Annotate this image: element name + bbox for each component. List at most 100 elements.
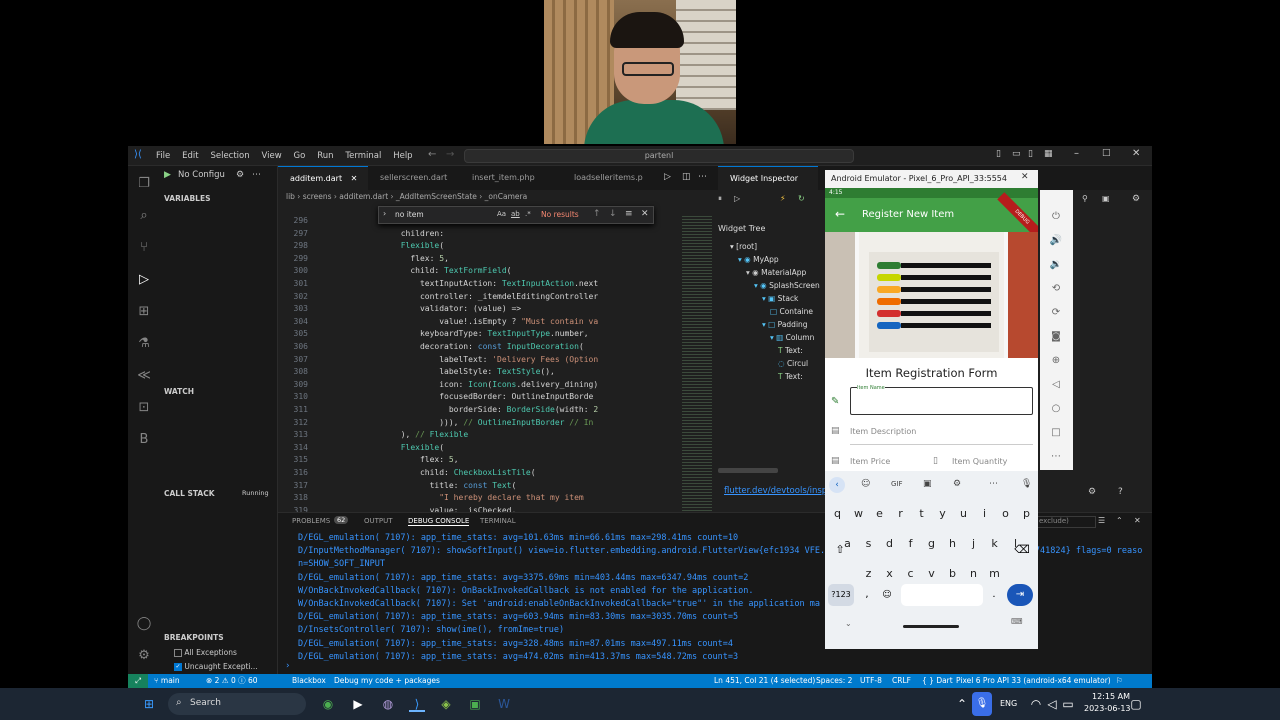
clipboard-icon[interactable]: ▣ [923, 479, 932, 489]
layout-custom-icon[interactable]: ▦ [1044, 149, 1053, 159]
menu-view[interactable]: View [262, 151, 282, 161]
volume-down-icon[interactable]: 🔉 [1049, 258, 1063, 272]
item-price-field[interactable]: Item Price [850, 457, 930, 471]
key-space[interactable] [901, 584, 983, 606]
config-gear-icon[interactable]: ⚙ [236, 170, 244, 180]
tree-node[interactable]: T Text: [778, 372, 803, 381]
rotate-left-icon[interactable]: ⟲ [1049, 282, 1063, 296]
gesture-nav-bar[interactable] [903, 625, 959, 628]
tree-node[interactable]: ▾ ▣ Stack [762, 294, 798, 303]
hot-restart-icon[interactable]: ↻ [798, 194, 805, 203]
panel-tab-problems[interactable]: PROBLEMS [292, 517, 330, 525]
back-arrow-icon[interactable]: ← [835, 207, 845, 221]
nav-back-icon[interactable]: ◁ [1049, 378, 1063, 392]
key-h[interactable]: h [943, 533, 962, 555]
close-panel-icon[interactable]: ✕ [1134, 516, 1141, 525]
blackbox-indicator[interactable]: Blackbox [292, 674, 326, 688]
console-prompt-icon[interactable]: › [286, 661, 290, 671]
mic-icon[interactable]: 🎙 [1021, 479, 1032, 489]
tree-node[interactable]: ▾ □ Padding [762, 320, 808, 329]
key-z[interactable]: z [859, 563, 878, 585]
menu-edit[interactable]: Edit [182, 151, 198, 161]
back-arrow-icon[interactable]: ← [428, 149, 436, 160]
android-studio-icon[interactable]: ◈ [438, 696, 454, 712]
account-icon[interactable]: ◯ [136, 616, 152, 632]
inspector-settings-icon[interactable]: ⚙ [1132, 194, 1140, 204]
media-player-icon[interactable]: ▶ [350, 696, 366, 712]
maximize-icon[interactable]: □ [1102, 148, 1111, 158]
battery-icon[interactable]: ▭ [1060, 696, 1076, 712]
layout-sidebar-icon[interactable]: ▯ [996, 149, 1001, 159]
image-carousel[interactable] [825, 232, 1038, 358]
key-j[interactable]: j [964, 533, 983, 555]
remote-indicator-icon[interactable]: ⤢ [128, 674, 148, 688]
menu-help[interactable]: Help [393, 151, 412, 161]
clear-console-icon[interactable]: ☰ [1098, 516, 1105, 525]
horizontal-scrollbar[interactable] [718, 468, 778, 473]
shift-key-icon[interactable]: ⇧ [829, 539, 851, 561]
panel-tab-terminal[interactable]: TERMINAL [480, 517, 516, 525]
tab-additem[interactable]: additem.dart ✕ [278, 166, 368, 190]
inspector-gear-icon[interactable]: ⚙ [1088, 487, 1096, 497]
product-image[interactable] [859, 232, 1004, 358]
editor-more-icon[interactable]: ⋯ [698, 172, 707, 182]
item-quantity-field[interactable]: Item Quantity [952, 457, 1032, 471]
remote-icon[interactable]: ⊡ [136, 400, 152, 416]
flutter-icon[interactable]: ≪ [136, 368, 152, 384]
notifications-icon[interactable]: ▢ [1128, 696, 1144, 712]
taskbar-date[interactable]: 2023-06-13 [1084, 704, 1131, 713]
menu-go[interactable]: Go [294, 151, 306, 161]
key-w[interactable]: w [849, 503, 868, 525]
mic-tray-icon[interactable]: 🎙 [972, 692, 992, 716]
key-q[interactable]: q [828, 503, 847, 525]
regex-icon[interactable]: .* [525, 210, 531, 218]
tree-node[interactable]: ▾ ◉ MyApp [738, 255, 779, 264]
keyboard-collapse-icon[interactable]: ‹ [829, 477, 845, 493]
key-u[interactable]: u [954, 503, 973, 525]
language-mode[interactable]: { } Dart [922, 674, 953, 688]
branch-indicator[interactable]: ⑂ main [154, 674, 180, 688]
panel-tab-debug-console[interactable]: DEBUG CONSOLE [408, 517, 470, 526]
menu-selection[interactable]: Selection [210, 151, 249, 161]
inspector-option-icon[interactable]: ⚲ [1082, 194, 1088, 203]
checkbox-icon[interactable] [174, 649, 182, 657]
bookmark-icon[interactable]: B [136, 432, 152, 448]
tree-node[interactable]: ▾ ◉ MaterialApp [746, 268, 806, 277]
find-input[interactable]: no item [395, 210, 424, 219]
checkbox-checked-icon[interactable]: ✓ [174, 663, 182, 671]
run-debug-icon[interactable]: ▷ [136, 272, 152, 288]
nav-home-icon[interactable]: ○ [1049, 402, 1063, 416]
breadcrumb[interactable]: lib › screens › additem.dart › _AddItemS… [278, 190, 712, 204]
emulator-taskbar-icon[interactable]: ▣ [467, 696, 483, 712]
split-editor-icon[interactable]: ◫ [682, 172, 691, 182]
tree-node[interactable]: ▾ [root] [730, 242, 757, 251]
eol[interactable]: CRLF [892, 674, 911, 688]
backspace-key-icon[interactable]: ⌫ [1011, 539, 1033, 561]
tab-loadselleritems[interactable]: loadselleritems.p [562, 166, 652, 190]
next-key-icon[interactable]: ⇥ [1007, 584, 1033, 606]
key-t[interactable]: t [912, 503, 931, 525]
vscode-taskbar-icon[interactable]: ⟩ [409, 696, 425, 712]
taskbar-search[interactable]: ⌕ Search [168, 693, 306, 715]
problems-indicator[interactable]: ⊗ 2 ⚠ 0 ⓘ 60 [206, 674, 258, 688]
gif-button[interactable]: GIF [891, 480, 903, 488]
tab-widget-inspector[interactable]: Widget Inspector [718, 166, 818, 190]
tree-node[interactable]: ▾ ◉ SplashScreen [754, 281, 820, 290]
call-stack-header[interactable]: CALL STACK [164, 489, 215, 498]
debug-mode-indicator[interactable]: Debug my code + packages [334, 674, 440, 688]
key-g[interactable]: g [922, 533, 941, 555]
chrome-icon[interactable]: ◉ [320, 696, 336, 712]
more-actions-icon[interactable]: ⋯ [252, 170, 261, 180]
key-r[interactable]: r [891, 503, 910, 525]
key-i[interactable]: i [975, 503, 994, 525]
key-comma[interactable]: , [859, 584, 875, 606]
key-m[interactable]: m [985, 563, 1004, 585]
tab-close-icon[interactable]: ✕ [351, 174, 358, 183]
sticker-icon[interactable]: ☺ [861, 479, 870, 489]
tab-insert-item[interactable]: insert_item.php [460, 166, 552, 190]
encoding[interactable]: UTF-8 [860, 674, 882, 688]
key-b[interactable]: b [943, 563, 962, 585]
pause-icon[interactable]: ⏸ [718, 194, 722, 204]
key-x[interactable]: x [880, 563, 899, 585]
start-button-icon[interactable]: ⊞ [141, 696, 157, 712]
